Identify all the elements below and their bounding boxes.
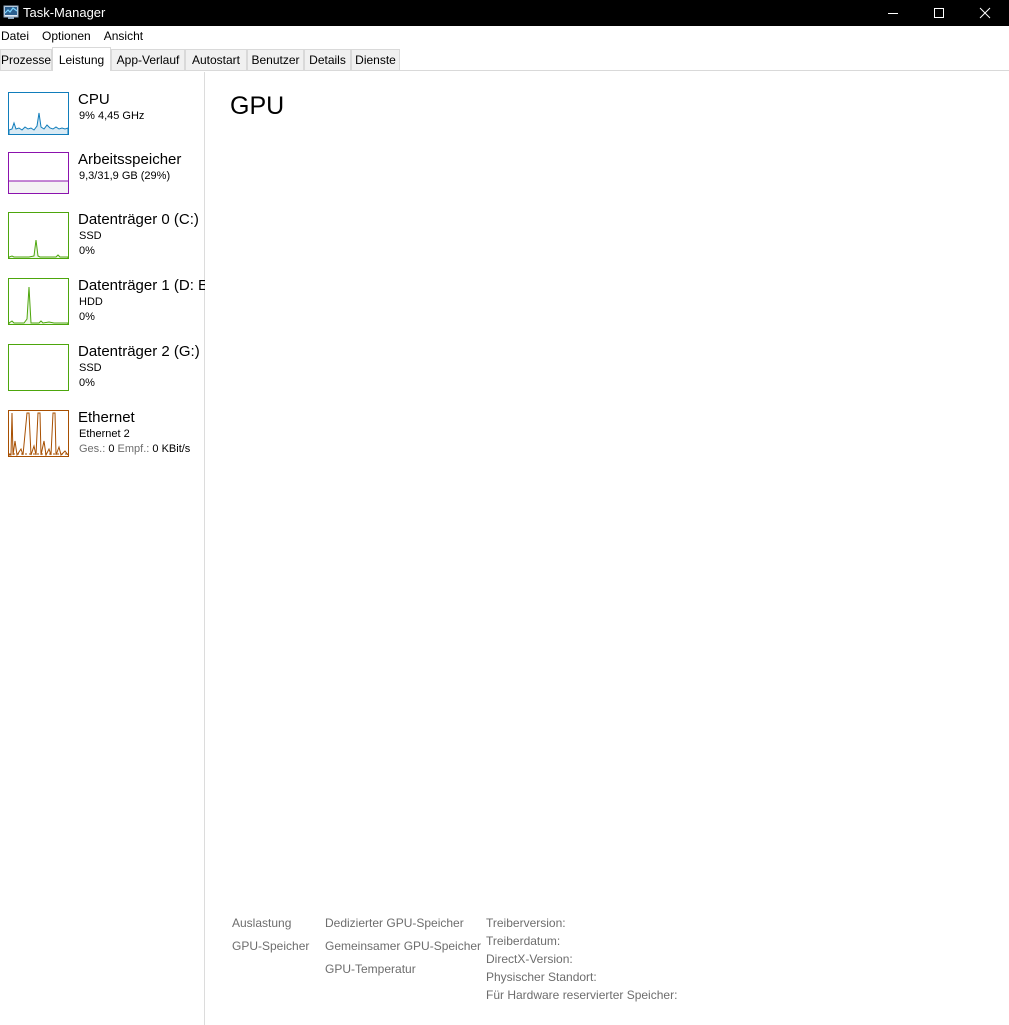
stat-hardware-reserved-label: Für Hardware reservierter Speicher: bbox=[486, 988, 678, 1002]
minimize-button[interactable] bbox=[870, 0, 916, 26]
window-title: Task-Manager bbox=[23, 5, 106, 20]
sidebar-item-subtitle: 9,3/31,9 GB (29%) bbox=[79, 170, 171, 182]
sidebar-item-ethernet[interactable]: Ethernet Ethernet 2 Ges.: 0 Empf.: 0 KBi… bbox=[0, 408, 205, 468]
disk-1-graph bbox=[8, 278, 69, 325]
sidebar-item-subtitle: Ethernet 2 bbox=[79, 428, 130, 440]
stat-utilization-label: Auslastung bbox=[232, 916, 292, 930]
close-icon bbox=[979, 7, 991, 19]
sidebar-item-title: Datenträger 2 (G:) bbox=[78, 343, 200, 360]
sidebar-item-title: Datenträger 0 (C:) bbox=[78, 211, 199, 228]
sidebar-item-cpu[interactable]: CPU 9% 4,45 GHz bbox=[0, 90, 205, 150]
tab-performance[interactable]: Leistung bbox=[52, 47, 111, 71]
menu-options[interactable]: Optionen bbox=[41, 29, 98, 43]
stat-dedicated-memory-label: Dedizierter GPU-Speicher bbox=[325, 916, 464, 930]
cpu-graph bbox=[8, 92, 69, 135]
network-throughput: Ges.: 0 Empf.: 0 KBit/s bbox=[79, 443, 190, 455]
menu-bar: Datei Optionen Ansicht bbox=[0, 26, 1009, 45]
tab-app-history[interactable]: App-Verlauf bbox=[111, 49, 185, 70]
send-value: 0 bbox=[108, 443, 115, 455]
page-title: GPU bbox=[230, 92, 285, 120]
maximize-button[interactable] bbox=[916, 0, 962, 26]
tab-strip: Prozesse Leistung App-Verlauf Autostart … bbox=[0, 45, 1009, 71]
stat-shared-memory-label: Gemeinsamer GPU-Speicher bbox=[325, 939, 482, 953]
menu-file[interactable]: Datei bbox=[0, 29, 36, 43]
task-manager-icon bbox=[3, 5, 19, 19]
stat-directx-version-label: DirectX-Version: bbox=[486, 952, 573, 966]
sidebar-item-value: 0% bbox=[79, 245, 95, 257]
tab-processes[interactable]: Prozesse bbox=[0, 49, 52, 70]
stat-driver-date-label: Treiberdatum: bbox=[486, 934, 561, 948]
tab-details[interactable]: Details bbox=[304, 49, 351, 70]
ethernet-graph bbox=[8, 410, 69, 457]
sidebar-item-disk-1[interactable]: Datenträger 1 (D: E HDD 0% bbox=[0, 276, 205, 336]
memory-graph bbox=[8, 152, 69, 194]
stat-gpu-temperature-label: GPU-Temperatur bbox=[325, 962, 416, 976]
sidebar-item-disk-0[interactable]: Datenträger 0 (C:) SSD 0% bbox=[0, 210, 205, 270]
sidebar-item-title: Arbeitsspeicher bbox=[78, 151, 182, 168]
receive-value: 0 KBit/s bbox=[152, 443, 191, 455]
sidebar-item-value: 0% bbox=[79, 377, 95, 389]
title-bar: Task-Manager bbox=[0, 0, 1009, 26]
disk-0-graph bbox=[8, 212, 69, 259]
sidebar-item-title: Datenträger 1 (D: E bbox=[78, 277, 205, 294]
receive-label: Empf.: bbox=[117, 443, 150, 455]
send-label: Ges.: bbox=[79, 443, 106, 455]
minimize-icon bbox=[888, 13, 898, 14]
maximize-icon bbox=[934, 8, 944, 18]
sidebar-item-subtitle: SSD bbox=[79, 230, 102, 242]
sidebar-item-title: CPU bbox=[78, 91, 110, 108]
sidebar-item-subtitle: SSD bbox=[79, 362, 102, 374]
tab-startup[interactable]: Autostart bbox=[185, 49, 247, 70]
sidebar-item-memory[interactable]: Arbeitsspeicher 9,3/31,9 GB (29%) bbox=[0, 150, 205, 210]
close-button[interactable] bbox=[962, 0, 1008, 26]
sidebar-item-subtitle: HDD bbox=[79, 296, 103, 308]
sidebar-item-disk-2[interactable]: Datenträger 2 (G:) SSD 0% bbox=[0, 342, 205, 402]
menu-view[interactable]: Ansicht bbox=[103, 29, 150, 43]
tab-services[interactable]: Dienste bbox=[351, 49, 400, 70]
stat-gpu-memory-label: GPU-Speicher bbox=[232, 939, 310, 953]
disk-2-graph bbox=[8, 344, 69, 391]
performance-sidebar: CPU 9% 4,45 GHz Arbeitsspeicher 9,3/31,9… bbox=[0, 72, 205, 1025]
stat-driver-version-label: Treiberversion: bbox=[486, 916, 566, 930]
sidebar-item-title: Ethernet bbox=[78, 409, 135, 426]
stat-physical-location-label: Physischer Standort: bbox=[486, 970, 597, 984]
tab-users[interactable]: Benutzer bbox=[247, 49, 304, 70]
sidebar-item-value: 0% bbox=[79, 311, 95, 323]
sidebar-item-subtitle: 9% 4,45 GHz bbox=[79, 110, 145, 122]
